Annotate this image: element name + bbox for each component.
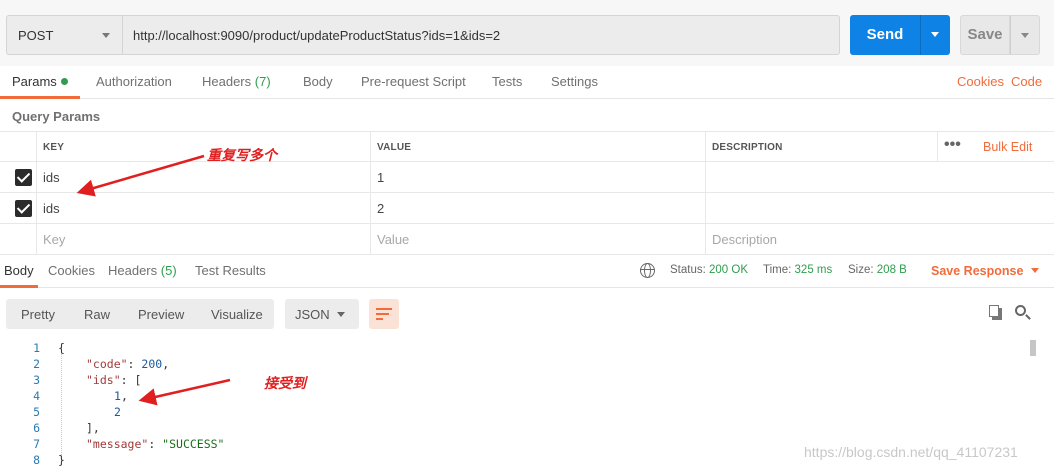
annotation-repeat-text: 重复写多个 <box>207 148 277 164</box>
annotation-arrow-params <box>76 154 205 197</box>
annotation-arrows <box>76 154 231 406</box>
annotation-arrow-response <box>138 378 231 406</box>
watermark: https://blog.csdn.net/qq_41107231 <box>804 444 1018 460</box>
annotation-received-text: 接受到 <box>264 376 306 392</box>
